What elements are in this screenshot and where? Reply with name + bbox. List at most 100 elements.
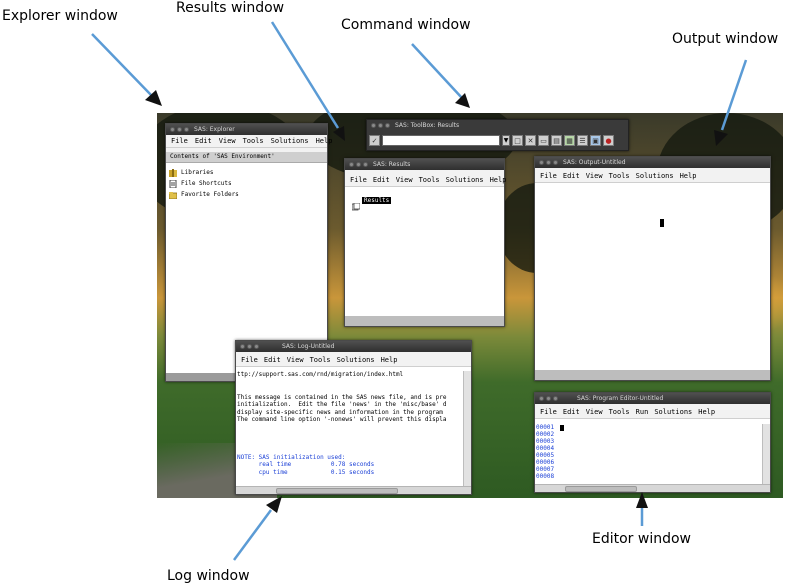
menu-solutions[interactable]: Solutions [636, 172, 674, 180]
menu-tools[interactable]: Tools [609, 408, 630, 416]
results-title: SAS: Results [373, 161, 411, 168]
minimize-icon[interactable] [177, 127, 182, 132]
save-icon[interactable]: ▣ [590, 135, 601, 146]
copy-icon[interactable]: ▤ [551, 135, 562, 146]
maximize-icon[interactable] [254, 344, 259, 349]
text-cursor [660, 219, 664, 227]
log-horizontal-scrollbar[interactable] [236, 486, 471, 494]
editor-line-number: 00006 [536, 459, 555, 466]
menu-help[interactable]: Help [316, 137, 333, 145]
minimize-icon[interactable] [247, 344, 252, 349]
close-icon[interactable] [349, 162, 354, 167]
menu-edit[interactable]: Edit [373, 176, 390, 184]
library-icon [169, 168, 177, 177]
editor-vertical-scrollbar[interactable] [762, 424, 770, 484]
menu-help[interactable]: Help [680, 172, 697, 180]
log-vertical-scrollbar[interactable] [463, 371, 471, 486]
details-icon[interactable]: ▦ [564, 135, 575, 146]
menu-edit[interactable]: Edit [264, 356, 281, 364]
menu-help[interactable]: Help [490, 176, 507, 184]
editor-titlebar[interactable]: SAS: Program Editor-Untitled [535, 393, 770, 404]
annotation-output-window: Output window [672, 31, 779, 47]
menu-run[interactable]: Run [636, 408, 649, 416]
editor-line-number: 00008 [536, 473, 555, 480]
cut-icon[interactable]: ▭ [538, 135, 549, 146]
maximize-icon[interactable] [363, 162, 368, 167]
output-window[interactable]: SAS: Output-Untitled File Edit View Tool… [534, 156, 771, 381]
menu-solutions[interactable]: Solutions [654, 408, 692, 416]
delete-icon[interactable]: ✕ [525, 135, 536, 146]
output-content[interactable] [535, 183, 770, 370]
minimize-icon[interactable] [546, 160, 551, 165]
menu-view[interactable]: View [586, 408, 603, 416]
help-icon[interactable]: ● [603, 135, 614, 146]
annotation-log-window: Log window [167, 568, 250, 584]
menu-file[interactable]: File [540, 408, 557, 416]
menu-solutions[interactable]: Solutions [446, 176, 484, 184]
minimize-icon[interactable] [356, 162, 361, 167]
menu-tools[interactable]: Tools [243, 137, 264, 145]
annotation-editor-window: Editor window [592, 531, 691, 547]
output-titlebar[interactable]: SAS: Output-Untitled [535, 157, 770, 168]
editor-horizontal-scrollbar[interactable] [535, 484, 770, 492]
menu-view[interactable]: View [219, 137, 236, 145]
annotation-results-window: Results window [176, 0, 285, 16]
results-titlebar[interactable]: SAS: Results [345, 159, 504, 170]
toolbox-titlebar[interactable]: SAS: ToolBox: Results [367, 120, 628, 131]
editor-line-number: 00005 [536, 452, 555, 459]
menu-help[interactable]: Help [381, 356, 398, 364]
chevron-down-icon[interactable]: ▼ [502, 135, 510, 146]
maximize-icon[interactable] [385, 123, 390, 128]
list-icon[interactable]: ☰ [577, 135, 588, 146]
editor-window[interactable]: SAS: Program Editor-Untitled File Edit V… [534, 392, 771, 493]
menu-file[interactable]: File [241, 356, 258, 364]
log-window[interactable]: SAS: Log-Untitled File Edit View Tools S… [235, 340, 472, 495]
output-menubar: File Edit View Tools Solutions Help [535, 170, 770, 183]
minimize-icon[interactable] [546, 396, 551, 401]
close-icon[interactable] [170, 127, 175, 132]
explorer-item-file-shortcuts[interactable]: File Shortcuts [166, 178, 327, 189]
menu-tools[interactable]: Tools [419, 176, 440, 184]
menu-help[interactable]: Help [698, 408, 715, 416]
explorer-item-label: Favorite Folders [181, 191, 239, 198]
log-titlebar[interactable]: SAS: Log-Untitled [236, 341, 471, 352]
maximize-icon[interactable] [553, 396, 558, 401]
menu-view[interactable]: View [586, 172, 603, 180]
menu-edit[interactable]: Edit [563, 172, 580, 180]
close-icon[interactable] [539, 160, 544, 165]
output-title: SAS: Output-Untitled [563, 159, 626, 166]
command-toolbox-window[interactable]: SAS: ToolBox: Results ✓ ▼ □ ✕ ▭ ▤ ▦ ☰ ▣ … [366, 119, 629, 151]
menu-file[interactable]: File [171, 137, 188, 145]
editor-menubar: File Edit View Tools Run Solutions Help [535, 406, 770, 419]
menu-file[interactable]: File [540, 172, 557, 180]
menu-edit[interactable]: Edit [563, 408, 580, 416]
minimize-icon[interactable] [378, 123, 383, 128]
menu-tools[interactable]: Tools [310, 356, 331, 364]
editor-content[interactable]: 00001 00002 00003 00004 00005 00006 0000… [536, 424, 762, 484]
log-title: SAS: Log-Untitled [282, 343, 335, 350]
explorer-titlebar[interactable]: SAS: Explorer [166, 124, 327, 135]
menu-tools[interactable]: Tools [609, 172, 630, 180]
annotation-explorer-window: Explorer window [2, 8, 118, 24]
menu-solutions[interactable]: Solutions [337, 356, 375, 364]
command-input[interactable] [382, 135, 500, 146]
checkmark-icon[interactable]: ✓ [369, 135, 380, 146]
menu-file[interactable]: File [350, 176, 367, 184]
maximize-icon[interactable] [553, 160, 558, 165]
menu-edit[interactable]: Edit [195, 137, 212, 145]
close-icon[interactable] [539, 396, 544, 401]
explorer-item-favorite-folders[interactable]: Favorite Folders [166, 189, 327, 200]
results-window[interactable]: SAS: Results File Edit View Tools Soluti… [344, 158, 507, 327]
maximize-icon[interactable] [184, 127, 189, 132]
explorer-item-libraries[interactable]: Libraries [166, 167, 327, 178]
new-icon[interactable]: □ [512, 135, 523, 146]
close-icon[interactable] [371, 123, 376, 128]
menu-view[interactable]: View [396, 176, 413, 184]
menu-solutions[interactable]: Solutions [271, 137, 309, 145]
menu-view[interactable]: View [287, 356, 304, 364]
log-content[interactable]: ttp://support.sas.com/rnd/migration/inde… [237, 371, 463, 486]
results-item[interactable]: Results [345, 187, 504, 211]
close-icon[interactable] [240, 344, 245, 349]
